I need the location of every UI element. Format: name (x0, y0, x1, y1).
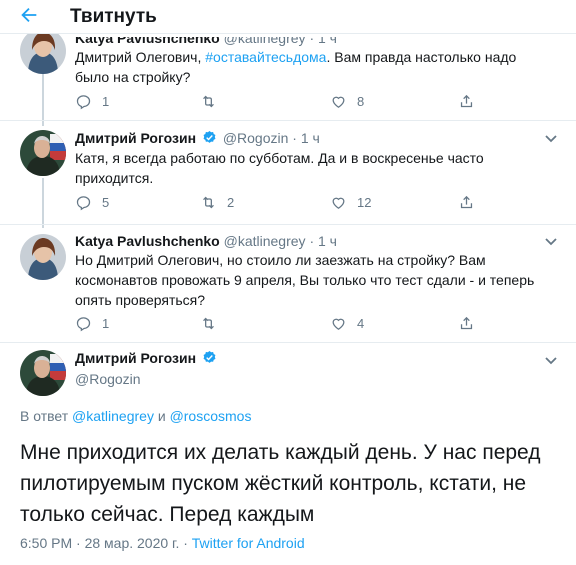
author-name[interactable]: Katya Pavlushchenko (75, 233, 220, 249)
main-tweet-handle: @Rogozin (75, 371, 141, 387)
mention-link[interactable]: @roscosmos (170, 408, 252, 424)
retweet-button[interactable] (200, 315, 227, 332)
chevron-down-icon[interactable] (544, 134, 558, 144)
verified-badge-icon (203, 350, 216, 363)
retweet-count: 2 (227, 195, 235, 210)
retweet-button[interactable]: 2 (200, 194, 234, 211)
tweet-text: Катя, я всегда работаю по субботам. Да и… (75, 150, 484, 186)
share-button[interactable] (458, 93, 475, 110)
avatar[interactable] (20, 28, 66, 74)
hashtag-link[interactable]: #оставайтесьдома (205, 49, 326, 65)
chevron-down-icon[interactable] (544, 237, 558, 247)
tweet-actions: 1 8 (75, 93, 545, 111)
thread-tweet[interactable]: Katya Pavlushchenko @katlinegrey · 1 ч Н… (0, 224, 576, 342)
reply-count: 1 (102, 94, 110, 109)
heart-icon (332, 318, 345, 330)
reply-button[interactable]: 5 (75, 194, 109, 211)
like-button[interactable]: 12 (330, 194, 371, 211)
reply-icon (76, 95, 91, 110)
arrow-left-icon (21, 7, 37, 23)
reply-count: 1 (102, 316, 110, 331)
like-button[interactable]: 4 (330, 315, 364, 332)
reply-icon (76, 317, 91, 332)
tweet-meta: 6:50 PM · 28 мар. 2020 г. · Twitter for … (20, 535, 305, 551)
author-name[interactable]: Дмитрий Рогозин (75, 350, 196, 366)
author-handle[interactable]: @Rogozin (75, 371, 141, 387)
tweet-text-part: Дмитрий Олегович, (75, 49, 206, 65)
like-button[interactable]: 8 (330, 93, 364, 110)
like-count: 8 (357, 94, 365, 109)
source-link[interactable]: Twitter for Android (192, 535, 305, 551)
mention-link[interactable]: @katlinegrey (72, 408, 154, 424)
retweet-icon (203, 317, 214, 330)
timestamp[interactable]: 6:50 PM · 28 мар. 2020 г. · (20, 535, 192, 551)
retweet-button[interactable] (200, 93, 227, 110)
heart-icon (332, 96, 345, 108)
share-icon (460, 94, 473, 108)
avatar[interactable] (20, 234, 66, 280)
tweet-text: Дмитрий Олегович, #оставайтесьдома. Вам … (75, 47, 545, 87)
top-bar: Твитнуть (0, 0, 576, 34)
reply-and: и (153, 408, 170, 424)
reply-count: 5 (102, 195, 110, 210)
author-name[interactable]: Дмитрий Рогозин (75, 130, 196, 146)
tweet-time[interactable]: · 1 ч (292, 130, 320, 146)
tweet-header: Дмитрий Рогозин @Rogozin · 1 ч (75, 130, 320, 146)
avatar[interactable] (20, 130, 66, 176)
author-handle[interactable]: @Rogozin (223, 130, 289, 146)
main-tweet-author: Дмитрий Рогозин (75, 350, 219, 366)
share-button[interactable] (458, 194, 475, 211)
avatar[interactable] (20, 350, 66, 396)
author-handle[interactable]: @katlinegrey (224, 233, 306, 249)
reply-prefix: В ответ (20, 408, 73, 424)
tweet-actions: 5 2 12 (75, 194, 545, 212)
share-button[interactable] (458, 315, 475, 332)
tweet-header: Katya Pavlushchenko @katlinegrey · 1 ч (75, 233, 337, 249)
thread-tweet[interactable]: Дмитрий Рогозин @Rogozin · 1 ч Катя, я в… (0, 120, 576, 224)
share-icon (460, 316, 473, 330)
verified-badge-icon (203, 130, 216, 143)
main-tweet-text: Мне приходится их делать каждый день. У … (20, 441, 541, 526)
tweet-text: Но Дмитрий Олегович, но стоило ли заезжа… (75, 252, 535, 308)
chevron-down-icon[interactable] (544, 356, 558, 366)
share-icon (460, 195, 473, 209)
back-button[interactable] (18, 4, 46, 28)
like-count: 12 (357, 195, 372, 210)
reply-icon (76, 196, 91, 211)
reply-button[interactable]: 1 (75, 93, 109, 110)
tweet-actions: 1 4 (75, 315, 545, 333)
retweet-icon (203, 95, 214, 108)
retweet-icon (203, 196, 214, 209)
reply-to-line: В ответ @katlinegrey и @roscosmos (20, 408, 251, 424)
heart-icon (332, 197, 345, 209)
reply-button[interactable]: 1 (75, 315, 109, 332)
like-count: 4 (357, 316, 365, 331)
tweet-time[interactable]: · 1 ч (309, 233, 337, 249)
page-title: Твитнуть (70, 6, 157, 27)
